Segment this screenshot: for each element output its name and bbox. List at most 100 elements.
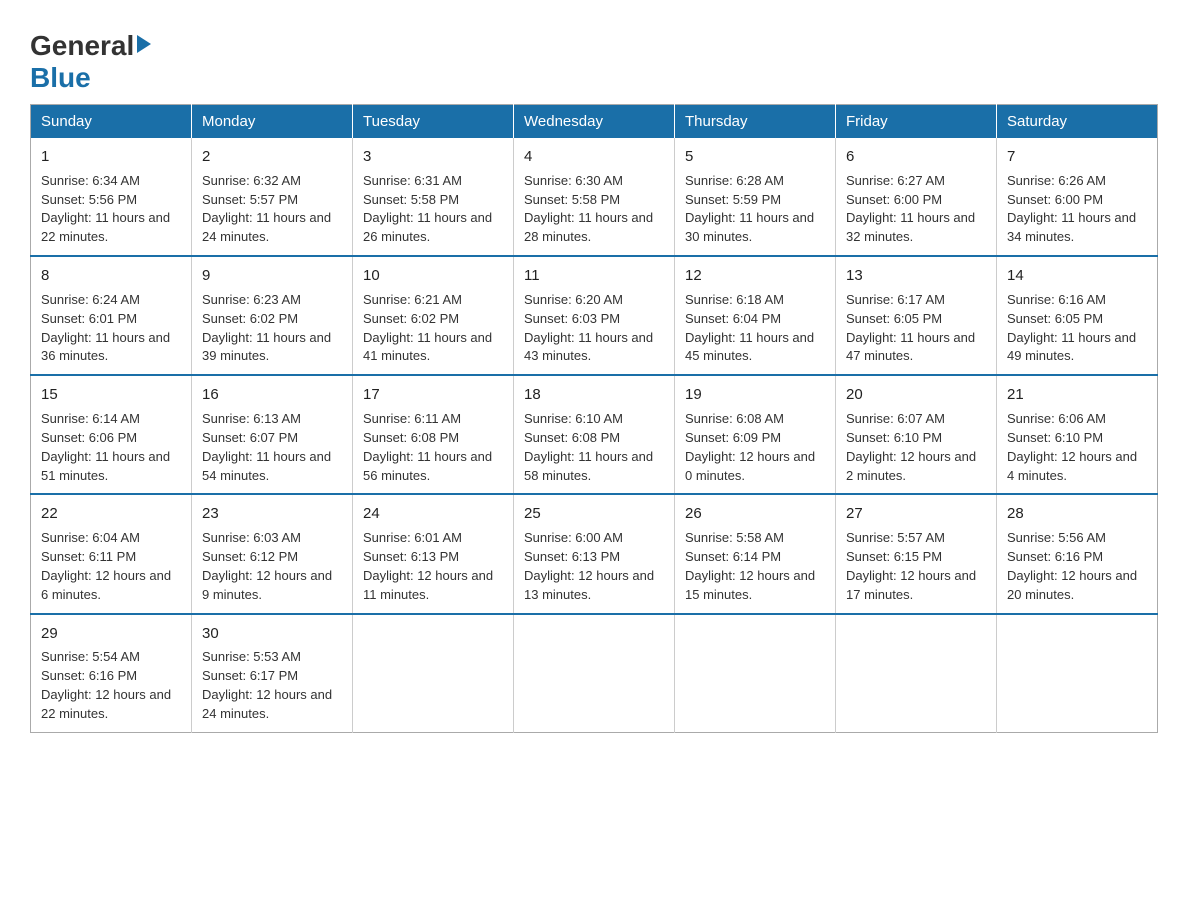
calendar-table: SundayMondayTuesdayWednesdayThursdayFrid… [30, 104, 1158, 733]
day-info: Sunrise: 6:04 AMSunset: 6:11 PMDaylight:… [41, 530, 171, 602]
day-number: 22 [41, 503, 181, 525]
day-info: Sunrise: 6:28 AMSunset: 5:59 PMDaylight:… [685, 173, 814, 245]
day-number: 23 [202, 503, 342, 525]
day-info: Sunrise: 5:54 AMSunset: 6:16 PMDaylight:… [41, 649, 171, 721]
day-number: 2 [202, 146, 342, 168]
calendar-week-row-2: 8 Sunrise: 6:24 AMSunset: 6:01 PMDayligh… [31, 256, 1158, 375]
logo-general-text: General [30, 30, 134, 62]
calendar-cell: 1 Sunrise: 6:34 AMSunset: 5:56 PMDayligh… [31, 138, 192, 256]
day-number: 5 [685, 146, 825, 168]
day-number: 26 [685, 503, 825, 525]
day-number: 3 [363, 146, 503, 168]
day-number: 15 [41, 384, 181, 406]
calendar-cell: 27 Sunrise: 5:57 AMSunset: 6:15 PMDaylig… [836, 494, 997, 613]
weekday-header-saturday: Saturday [997, 105, 1158, 139]
day-number: 14 [1007, 265, 1147, 287]
day-info: Sunrise: 5:57 AMSunset: 6:15 PMDaylight:… [846, 530, 976, 602]
day-number: 20 [846, 384, 986, 406]
calendar-cell: 14 Sunrise: 6:16 AMSunset: 6:05 PMDaylig… [997, 256, 1158, 375]
day-info: Sunrise: 6:21 AMSunset: 6:02 PMDaylight:… [363, 292, 492, 364]
day-number: 21 [1007, 384, 1147, 406]
calendar-cell: 8 Sunrise: 6:24 AMSunset: 6:01 PMDayligh… [31, 256, 192, 375]
calendar-week-row-5: 29 Sunrise: 5:54 AMSunset: 6:16 PMDaylig… [31, 614, 1158, 733]
calendar-cell [836, 614, 997, 733]
day-info: Sunrise: 6:32 AMSunset: 5:57 PMDaylight:… [202, 173, 331, 245]
weekday-header-tuesday: Tuesday [353, 105, 514, 139]
page: General Blue SundayMondayTuesdayWednesda… [0, 0, 1188, 763]
logo-triangle-icon [137, 35, 151, 53]
calendar-cell: 26 Sunrise: 5:58 AMSunset: 6:14 PMDaylig… [675, 494, 836, 613]
day-number: 1 [41, 146, 181, 168]
logo-blue-text: Blue [30, 62, 91, 93]
day-info: Sunrise: 5:53 AMSunset: 6:17 PMDaylight:… [202, 649, 332, 721]
day-number: 16 [202, 384, 342, 406]
day-info: Sunrise: 6:01 AMSunset: 6:13 PMDaylight:… [363, 530, 493, 602]
calendar-cell: 13 Sunrise: 6:17 AMSunset: 6:05 PMDaylig… [836, 256, 997, 375]
calendar-cell: 22 Sunrise: 6:04 AMSunset: 6:11 PMDaylig… [31, 494, 192, 613]
calendar-cell: 7 Sunrise: 6:26 AMSunset: 6:00 PMDayligh… [997, 138, 1158, 256]
day-info: Sunrise: 6:17 AMSunset: 6:05 PMDaylight:… [846, 292, 975, 364]
day-number: 13 [846, 265, 986, 287]
calendar-cell: 20 Sunrise: 6:07 AMSunset: 6:10 PMDaylig… [836, 375, 997, 494]
day-number: 10 [363, 265, 503, 287]
header: General Blue [30, 20, 1158, 94]
day-info: Sunrise: 5:56 AMSunset: 6:16 PMDaylight:… [1007, 530, 1137, 602]
calendar-cell: 11 Sunrise: 6:20 AMSunset: 6:03 PMDaylig… [514, 256, 675, 375]
calendar-cell: 18 Sunrise: 6:10 AMSunset: 6:08 PMDaylig… [514, 375, 675, 494]
calendar-cell: 23 Sunrise: 6:03 AMSunset: 6:12 PMDaylig… [192, 494, 353, 613]
day-info: Sunrise: 6:24 AMSunset: 6:01 PMDaylight:… [41, 292, 170, 364]
day-info: Sunrise: 6:00 AMSunset: 6:13 PMDaylight:… [524, 530, 654, 602]
day-number: 19 [685, 384, 825, 406]
day-number: 9 [202, 265, 342, 287]
day-info: Sunrise: 6:08 AMSunset: 6:09 PMDaylight:… [685, 411, 815, 483]
day-number: 28 [1007, 503, 1147, 525]
calendar-week-row-3: 15 Sunrise: 6:14 AMSunset: 6:06 PMDaylig… [31, 375, 1158, 494]
calendar-cell: 25 Sunrise: 6:00 AMSunset: 6:13 PMDaylig… [514, 494, 675, 613]
calendar-cell: 21 Sunrise: 6:06 AMSunset: 6:10 PMDaylig… [997, 375, 1158, 494]
calendar-cell [675, 614, 836, 733]
day-info: Sunrise: 6:11 AMSunset: 6:08 PMDaylight:… [363, 411, 492, 483]
day-number: 11 [524, 265, 664, 287]
calendar-cell: 28 Sunrise: 5:56 AMSunset: 6:16 PMDaylig… [997, 494, 1158, 613]
day-number: 24 [363, 503, 503, 525]
day-number: 4 [524, 146, 664, 168]
day-info: Sunrise: 6:03 AMSunset: 6:12 PMDaylight:… [202, 530, 332, 602]
day-info: Sunrise: 6:10 AMSunset: 6:08 PMDaylight:… [524, 411, 653, 483]
calendar-week-row-1: 1 Sunrise: 6:34 AMSunset: 5:56 PMDayligh… [31, 138, 1158, 256]
weekday-header-thursday: Thursday [675, 105, 836, 139]
day-info: Sunrise: 6:16 AMSunset: 6:05 PMDaylight:… [1007, 292, 1136, 364]
day-info: Sunrise: 5:58 AMSunset: 6:14 PMDaylight:… [685, 530, 815, 602]
day-number: 29 [41, 623, 181, 645]
day-number: 7 [1007, 146, 1147, 168]
day-number: 17 [363, 384, 503, 406]
calendar-cell: 5 Sunrise: 6:28 AMSunset: 5:59 PMDayligh… [675, 138, 836, 256]
day-info: Sunrise: 6:14 AMSunset: 6:06 PMDaylight:… [41, 411, 170, 483]
day-number: 30 [202, 623, 342, 645]
weekday-header-sunday: Sunday [31, 105, 192, 139]
day-info: Sunrise: 6:23 AMSunset: 6:02 PMDaylight:… [202, 292, 331, 364]
calendar-week-row-4: 22 Sunrise: 6:04 AMSunset: 6:11 PMDaylig… [31, 494, 1158, 613]
calendar-cell: 19 Sunrise: 6:08 AMSunset: 6:09 PMDaylig… [675, 375, 836, 494]
logo: General Blue [30, 20, 151, 94]
day-number: 6 [846, 146, 986, 168]
day-number: 25 [524, 503, 664, 525]
day-number: 27 [846, 503, 986, 525]
weekday-header-wednesday: Wednesday [514, 105, 675, 139]
calendar-cell: 30 Sunrise: 5:53 AMSunset: 6:17 PMDaylig… [192, 614, 353, 733]
day-info: Sunrise: 6:06 AMSunset: 6:10 PMDaylight:… [1007, 411, 1137, 483]
weekday-header-friday: Friday [836, 105, 997, 139]
calendar-cell: 9 Sunrise: 6:23 AMSunset: 6:02 PMDayligh… [192, 256, 353, 375]
day-info: Sunrise: 6:07 AMSunset: 6:10 PMDaylight:… [846, 411, 976, 483]
day-number: 8 [41, 265, 181, 287]
calendar-cell: 6 Sunrise: 6:27 AMSunset: 6:00 PMDayligh… [836, 138, 997, 256]
day-number: 18 [524, 384, 664, 406]
day-info: Sunrise: 6:30 AMSunset: 5:58 PMDaylight:… [524, 173, 653, 245]
calendar-cell: 2 Sunrise: 6:32 AMSunset: 5:57 PMDayligh… [192, 138, 353, 256]
day-info: Sunrise: 6:31 AMSunset: 5:58 PMDaylight:… [363, 173, 492, 245]
calendar-cell: 17 Sunrise: 6:11 AMSunset: 6:08 PMDaylig… [353, 375, 514, 494]
calendar-cell: 10 Sunrise: 6:21 AMSunset: 6:02 PMDaylig… [353, 256, 514, 375]
weekday-header-monday: Monday [192, 105, 353, 139]
calendar-cell: 4 Sunrise: 6:30 AMSunset: 5:58 PMDayligh… [514, 138, 675, 256]
calendar-cell: 24 Sunrise: 6:01 AMSunset: 6:13 PMDaylig… [353, 494, 514, 613]
day-info: Sunrise: 6:26 AMSunset: 6:00 PMDaylight:… [1007, 173, 1136, 245]
